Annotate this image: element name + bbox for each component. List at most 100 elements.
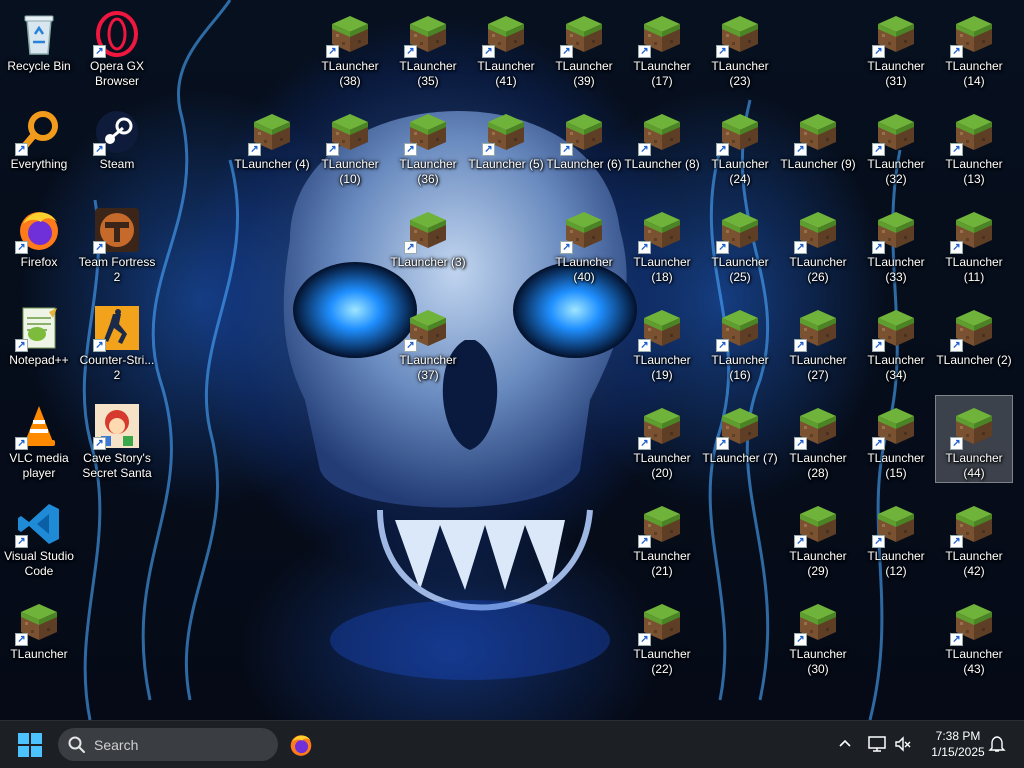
- grass-block-icon: ↗: [716, 10, 764, 58]
- tlauncher-shortcut[interactable]: ↗ TLauncher (43): [935, 591, 1013, 679]
- tlauncher-shortcut[interactable]: ↗ TLauncher (12): [857, 493, 935, 581]
- tlauncher-shortcut[interactable]: ↗ TLauncher (27): [779, 297, 857, 385]
- icon-label: TLauncher: [10, 647, 68, 661]
- shortcut-arrow-icon: ↗: [326, 45, 339, 58]
- tlauncher-shortcut[interactable]: ↗ TLauncher (39): [545, 3, 623, 91]
- tlauncher-shortcut[interactable]: ↗ TLauncher (15): [857, 395, 935, 483]
- shortcut-arrow-icon: ↗: [404, 339, 417, 352]
- cave-story-shortcut[interactable]: ↗ Cave Story's Secret Santa: [78, 395, 156, 483]
- tlauncher-shortcut[interactable]: ↗ TLauncher (11): [935, 199, 1013, 287]
- tlauncher-main-icon: ↗: [15, 598, 63, 646]
- taskbar: Search 7:38 PM 1/15/2025: [0, 720, 1024, 768]
- chevron-up-icon[interactable]: [837, 736, 853, 752]
- firefox-shortcut[interactable]: ↗ Firefox: [0, 199, 78, 287]
- icon-label: TLauncher (32): [867, 157, 925, 186]
- notification-bell-icon[interactable]: [988, 735, 1006, 753]
- icon-label: TLauncher (2): [936, 353, 1012, 367]
- grass-block-icon: ↗: [794, 598, 842, 646]
- shortcut-arrow-icon: ↗: [326, 143, 339, 156]
- icon-label: TLauncher (25): [711, 255, 769, 284]
- grass-block-icon: ↗: [716, 206, 764, 254]
- tlauncher-shortcut[interactable]: ↗ TLauncher (10): [311, 101, 389, 189]
- tlauncher-shortcut[interactable]: ↗ TLauncher (26): [779, 199, 857, 287]
- tlauncher-shortcut[interactable]: ↗ TLauncher (18): [623, 199, 701, 287]
- tlauncher-shortcut[interactable]: ↗ TLauncher (14): [935, 3, 1013, 91]
- opera-gx-shortcut[interactable]: ↗ Opera GX Browser: [78, 3, 156, 91]
- vscode-shortcut[interactable]: ↗ Visual Studio Code: [0, 493, 78, 581]
- taskbar-firefox-button[interactable]: [288, 732, 314, 758]
- tlauncher-main-shortcut[interactable]: ↗ TLauncher: [0, 591, 78, 679]
- shortcut-arrow-icon: ↗: [482, 45, 495, 58]
- tlauncher-shortcut[interactable]: ↗ TLauncher (2): [935, 297, 1013, 385]
- shortcut-arrow-icon: ↗: [794, 535, 807, 548]
- tlauncher-shortcut[interactable]: ↗ TLauncher (34): [857, 297, 935, 385]
- notepadpp-shortcut[interactable]: ↗ Notepad++: [0, 297, 78, 385]
- tlauncher-shortcut[interactable]: ↗ TLauncher (29): [779, 493, 857, 581]
- tlauncher-shortcut[interactable]: ↗ TLauncher (5): [467, 101, 545, 189]
- tlauncher-shortcut[interactable]: ↗ TLauncher (21): [623, 493, 701, 581]
- tlauncher-shortcut[interactable]: ↗ TLauncher (31): [857, 3, 935, 91]
- tlauncher-shortcut[interactable]: ↗ TLauncher (37): [389, 297, 467, 385]
- shortcut-arrow-icon: ↗: [716, 339, 729, 352]
- icon-label: TLauncher (28): [789, 451, 847, 480]
- tlauncher-shortcut[interactable]: ↗ TLauncher (16): [701, 297, 779, 385]
- steam-shortcut[interactable]: ↗ Steam: [78, 101, 156, 189]
- counter-strike-shortcut[interactable]: ↗ Counter-Stri... 2: [78, 297, 156, 385]
- icon-label: TLauncher (18): [633, 255, 691, 284]
- tlauncher-shortcut[interactable]: ↗ TLauncher (7): [701, 395, 779, 483]
- shortcut-arrow-icon: ↗: [404, 45, 417, 58]
- tlauncher-shortcut[interactable]: ↗ TLauncher (44): [935, 395, 1013, 483]
- tlauncher-shortcut[interactable]: ↗ TLauncher (42): [935, 493, 1013, 581]
- grass-block-icon: ↗: [872, 108, 920, 156]
- icon-label: TLauncher (22): [633, 647, 691, 676]
- shortcut-arrow-icon: ↗: [93, 143, 106, 156]
- vscode-icon: ↗: [15, 500, 63, 548]
- tlauncher-shortcut[interactable]: ↗ TLauncher (41): [467, 3, 545, 91]
- tlauncher-shortcut[interactable]: ↗ TLauncher (24): [701, 101, 779, 189]
- tlauncher-shortcut[interactable]: ↗ TLauncher (22): [623, 591, 701, 679]
- everything-shortcut[interactable]: ↗ Everything: [0, 101, 78, 189]
- tlauncher-shortcut[interactable]: ↗ TLauncher (4): [233, 101, 311, 189]
- tlauncher-shortcut[interactable]: ↗ TLauncher (28): [779, 395, 857, 483]
- shortcut-arrow-icon: ↗: [15, 535, 28, 548]
- grass-block-icon: ↗: [248, 108, 296, 156]
- grass-block-icon: ↗: [326, 10, 374, 58]
- tlauncher-shortcut[interactable]: ↗ TLauncher (36): [389, 101, 467, 189]
- grass-block-icon: ↗: [560, 10, 608, 58]
- tlauncher-shortcut[interactable]: ↗ TLauncher (9): [779, 101, 857, 189]
- tlauncher-shortcut[interactable]: ↗ TLauncher (35): [389, 3, 467, 91]
- volume-muted-icon[interactable]: [894, 735, 912, 753]
- tlauncher-shortcut[interactable]: ↗ TLauncher (38): [311, 3, 389, 91]
- tlauncher-shortcut[interactable]: ↗ TLauncher (23): [701, 3, 779, 91]
- icon-label: TLauncher (10): [321, 157, 379, 186]
- recycle-bin-shortcut[interactable]: Recycle Bin: [0, 3, 78, 91]
- tlauncher-shortcut[interactable]: ↗ TLauncher (19): [623, 297, 701, 385]
- vlc-shortcut[interactable]: ↗ VLC media player: [0, 395, 78, 483]
- icon-label: TLauncher (38): [321, 59, 379, 88]
- tlauncher-shortcut[interactable]: ↗ TLauncher (40): [545, 199, 623, 287]
- taskbar-search-box[interactable]: Search: [58, 728, 278, 761]
- tlauncher-shortcut[interactable]: ↗ TLauncher (20): [623, 395, 701, 483]
- team-fortress-shortcut[interactable]: ↗ Team Fortress 2: [78, 199, 156, 287]
- notepadpp-icon: ↗: [15, 304, 63, 352]
- tlauncher-shortcut[interactable]: ↗ TLauncher (30): [779, 591, 857, 679]
- team-fortress-icon: ↗: [93, 206, 141, 254]
- icon-label: TLauncher (33): [867, 255, 925, 284]
- tlauncher-shortcut[interactable]: ↗ TLauncher (3): [389, 199, 467, 287]
- tlauncher-shortcut[interactable]: ↗ TLauncher (25): [701, 199, 779, 287]
- tlauncher-shortcut[interactable]: ↗ TLauncher (8): [623, 101, 701, 189]
- icon-label: TLauncher (31): [867, 59, 925, 88]
- icon-label: TLauncher (17): [633, 59, 691, 88]
- tlauncher-shortcut[interactable]: ↗ TLauncher (13): [935, 101, 1013, 189]
- shortcut-arrow-icon: ↗: [248, 143, 261, 156]
- clock-time: 7:38 PM: [935, 729, 981, 743]
- tlauncher-shortcut[interactable]: ↗ TLauncher (17): [623, 3, 701, 91]
- tlauncher-shortcut[interactable]: ↗ TLauncher (32): [857, 101, 935, 189]
- icon-label: TLauncher (24): [711, 157, 769, 186]
- start-button[interactable]: [18, 733, 42, 757]
- tlauncher-shortcut[interactable]: ↗ TLauncher (33): [857, 199, 935, 287]
- icon-label: TLauncher (26): [789, 255, 847, 284]
- taskbar-clock[interactable]: 7:38 PM 1/15/2025: [918, 728, 998, 760]
- tlauncher-shortcut[interactable]: ↗ TLauncher (6): [545, 101, 623, 189]
- network-icon[interactable]: [867, 735, 887, 753]
